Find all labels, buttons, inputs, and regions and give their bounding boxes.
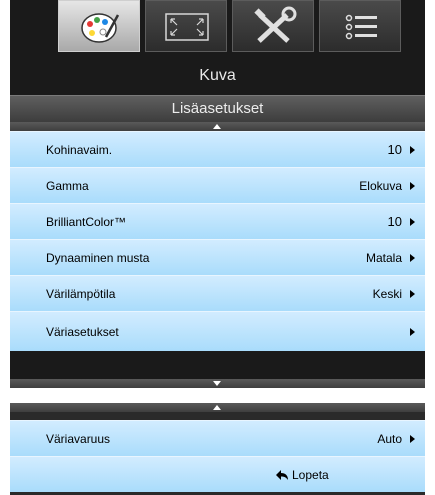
menu-panel: Kuva Lisäasetukset Kohinavaim. 10 Gamma … (10, 0, 425, 388)
bottom-panel: Väriavaruus Auto Lopeta (10, 403, 425, 495)
menu-row-color-temperature[interactable]: Värilämpötila Keski (10, 275, 425, 311)
row-label: Väriavaruus (46, 432, 111, 446)
row-value: Auto (377, 432, 402, 446)
submenu-title: Lisäasetukset (10, 95, 425, 122)
screen-icon (165, 13, 209, 41)
list-icon (345, 14, 377, 40)
exit-label: Lopeta (292, 468, 329, 482)
caret-right-icon (410, 435, 415, 443)
caret-right-icon (410, 290, 415, 298)
row-label: Dynaaminen musta (46, 251, 150, 265)
exit-row[interactable]: Lopeta (10, 456, 425, 492)
menu-row-noise-reduction[interactable]: Kohinavaim. 10 (10, 131, 425, 167)
row-label: Kohinavaim. (46, 143, 113, 157)
menu-row-dynamic-black[interactable]: Dynaaminen musta Matala (10, 239, 425, 275)
caret-right-icon (410, 254, 415, 262)
menu-row-color-settings[interactable]: Väriasetukset (10, 311, 425, 351)
scroll-down-bar[interactable] (10, 379, 425, 388)
tab-display[interactable] (145, 0, 227, 52)
scroll-up-arrow-icon (213, 124, 221, 129)
row-value: 10 (387, 214, 402, 229)
row-value: Elokuva (359, 179, 402, 193)
menu-title: Kuva (199, 67, 236, 84)
row-label: Väriasetukset (46, 325, 119, 339)
return-arrow-icon (276, 470, 288, 480)
tab-settings[interactable] (232, 0, 314, 52)
scroll-up-bar[interactable] (10, 122, 425, 131)
scroll-up-bar[interactable] (10, 403, 425, 412)
menu-row-color-space[interactable]: Väriavaruus Auto (10, 420, 425, 456)
row-value: Keski (372, 287, 402, 301)
menu-row-gamma[interactable]: Gamma Elokuva (10, 167, 425, 203)
menu-row-brilliantcolor[interactable]: BrilliantColor™ 10 (10, 203, 425, 239)
row-label: Värilämpötila (46, 287, 116, 301)
row-value: 10 (387, 142, 402, 157)
row-label: BrilliantColor™ (46, 215, 127, 229)
caret-right-icon (410, 146, 415, 154)
row-value: Matala (365, 251, 402, 265)
tab-picture[interactable] (58, 0, 140, 52)
tab-bar (58, 0, 403, 52)
palette-icon (81, 13, 120, 43)
caret-right-icon (410, 218, 415, 226)
caret-right-icon (410, 328, 415, 336)
tools-icon (254, 6, 297, 43)
caret-right-icon (410, 182, 415, 190)
scroll-down-arrow-icon (213, 381, 221, 386)
row-label: Gamma (46, 179, 89, 193)
scroll-up-arrow-icon (213, 405, 221, 410)
tab-options[interactable] (319, 0, 401, 52)
